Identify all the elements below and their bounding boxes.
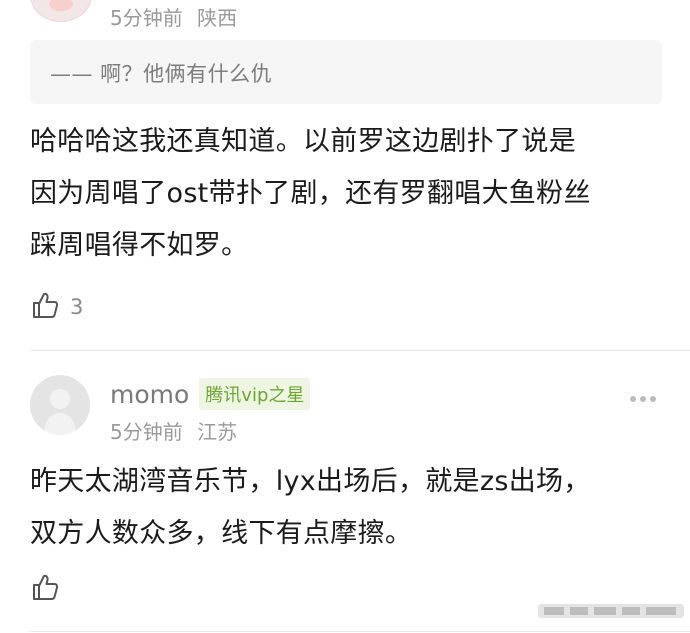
quoted-reply-text: —— 啊？他俩有什么仇 xyxy=(50,62,273,86)
quoted-reply[interactable]: —— 啊？他俩有什么仇 xyxy=(30,40,662,104)
like-button[interactable]: 3 xyxy=(30,290,83,324)
comment-text-line: 昨天太湖湾音乐节，lyx出场后，就是zs出场， xyxy=(30,466,591,497)
comment-text-line: 因为周唱了ost带扑了剧，还有罗翻唱大鱼粉丝 xyxy=(30,178,591,209)
username[interactable]: momo xyxy=(110,380,189,409)
user-info: momo 腾讯vip之星 xyxy=(110,378,311,410)
like-count: 3 xyxy=(70,295,84,319)
watermark xyxy=(538,604,684,618)
like-button[interactable] xyxy=(30,572,60,606)
comment-time: 5分钟前 xyxy=(110,6,183,30)
comment-time: 5分钟前 xyxy=(110,420,183,444)
comment-text: 昨天太湖湾音乐节，lyx出场后，就是zs出场， 双方人数众多，线下有点摩擦。 xyxy=(30,456,670,560)
comment-text-line: 踩周唱得不如罗。 xyxy=(30,230,249,261)
comment-location: 江苏 xyxy=(197,420,238,444)
more-dots-icon[interactable] xyxy=(630,396,656,402)
divider xyxy=(30,631,690,632)
vip-badge[interactable]: 腾讯vip之星 xyxy=(199,378,311,410)
comment-text-line: 双方人数众多，线下有点摩擦。 xyxy=(30,518,413,549)
divider xyxy=(30,350,690,351)
comment-text: 哈哈哈这我还真知道。以前罗这边剧扑了说是 因为周唱了ost带扑了剧，还有罗翻唱大… xyxy=(30,116,670,272)
comment-text-line: 哈哈哈这我还真知道。以前罗这边剧扑了说是 xyxy=(30,126,576,157)
thumbs-up-icon xyxy=(30,290,60,324)
thumbs-up-icon xyxy=(30,572,60,606)
default-avatar-icon xyxy=(44,389,76,435)
avatar[interactable] xyxy=(30,375,90,435)
comment-meta: 5分钟前 江苏 xyxy=(110,416,245,445)
comment-meta: 5分钟前 陕西 xyxy=(110,2,245,31)
comment-location: 陕西 xyxy=(197,6,238,30)
avatar[interactable] xyxy=(30,0,92,22)
